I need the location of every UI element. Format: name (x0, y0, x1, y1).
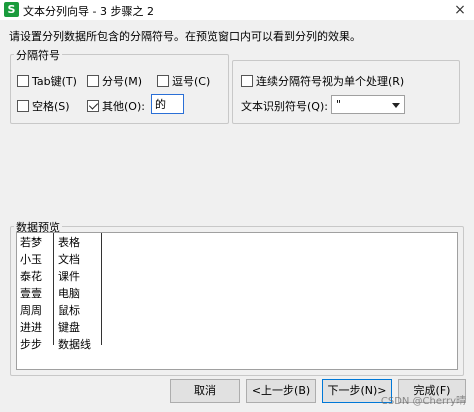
semicolon-checkbox[interactable]: 分号(M) (87, 73, 142, 89)
consecutive-checkbox-label: 连续分隔符号视为单个处理(R) (256, 75, 405, 88)
consecutive-checkbox-box[interactable] (241, 75, 253, 87)
space-checkbox[interactable]: 空格(S) (17, 98, 70, 114)
delimiter-group-title: 分隔符号 (14, 47, 62, 63)
text-qualifier-select[interactable]: " (331, 95, 405, 114)
cancel-button[interactable]: 取消 (170, 379, 240, 403)
window-title: 文本分列向导 - 3 步骤之 2 (23, 5, 154, 18)
text-qualifier-label: 文本识别符号(Q): (241, 100, 328, 113)
space-checkbox-label: 空格(S) (32, 100, 70, 113)
preview-cell: 课件 (58, 270, 80, 283)
data-preview-pane[interactable]: 若梦 小玉 泰花 壹壹 周周 进进 步步 表格 文档 课件 电脑 鼠标 键盘 数… (16, 232, 458, 370)
preview-cell: 表格 (58, 236, 80, 249)
preview-cell: 键盘 (58, 321, 80, 334)
preview-cell: 数据线 (58, 338, 91, 351)
semicolon-checkbox-box[interactable] (87, 75, 99, 87)
other-delimiter-input[interactable] (151, 94, 184, 114)
title-bar: S 文本分列向导 - 3 步骤之 2 × (0, 0, 474, 20)
preview-cell: 鼠标 (58, 304, 80, 317)
tab-checkbox[interactable]: Tab键(T) (17, 73, 77, 89)
tab-checkbox-box[interactable] (17, 75, 29, 87)
other-checkbox-label: 其他(O): (102, 100, 145, 113)
preview-cell: 小玉 (20, 253, 42, 266)
watermark: CSDN @Cherry晴 (380, 396, 466, 407)
preview-cell: 泰花 (20, 270, 42, 283)
tab-checkbox-label: Tab键(T) (32, 75, 77, 88)
comma-checkbox[interactable]: 逗号(C) (157, 73, 210, 89)
preview-cell: 进进 (20, 321, 42, 334)
preview-cell: 周周 (20, 304, 42, 317)
preview-cell: 壹壹 (20, 287, 42, 300)
preview-cell: 电脑 (58, 287, 80, 300)
back-button[interactable]: <上一步(B) (246, 379, 316, 403)
column-separator (53, 233, 54, 345)
space-checkbox-box[interactable] (17, 100, 29, 112)
other-checkbox[interactable]: 其他(O): (87, 98, 145, 114)
column-separator (101, 233, 102, 345)
other-checkbox-box[interactable] (87, 100, 99, 112)
options-group (232, 60, 460, 124)
preview-cell: 文档 (58, 253, 80, 266)
text-qualifier-value: " (336, 98, 342, 111)
semicolon-checkbox-label: 分号(M) (102, 75, 143, 88)
chevron-down-icon[interactable] (392, 103, 400, 108)
instruction-text: 请设置分列数据所包含的分隔符号。在预览窗口内可以看到分列的效果。 (9, 30, 361, 43)
preview-cell: 步步 (20, 338, 42, 351)
comma-checkbox-box[interactable] (157, 75, 169, 87)
preview-cell: 若梦 (20, 236, 42, 249)
consecutive-checkbox[interactable]: 连续分隔符号视为单个处理(R) (241, 73, 404, 89)
close-icon[interactable]: × (446, 0, 474, 20)
app-icon: S (4, 2, 19, 17)
comma-checkbox-label: 逗号(C) (172, 75, 211, 88)
